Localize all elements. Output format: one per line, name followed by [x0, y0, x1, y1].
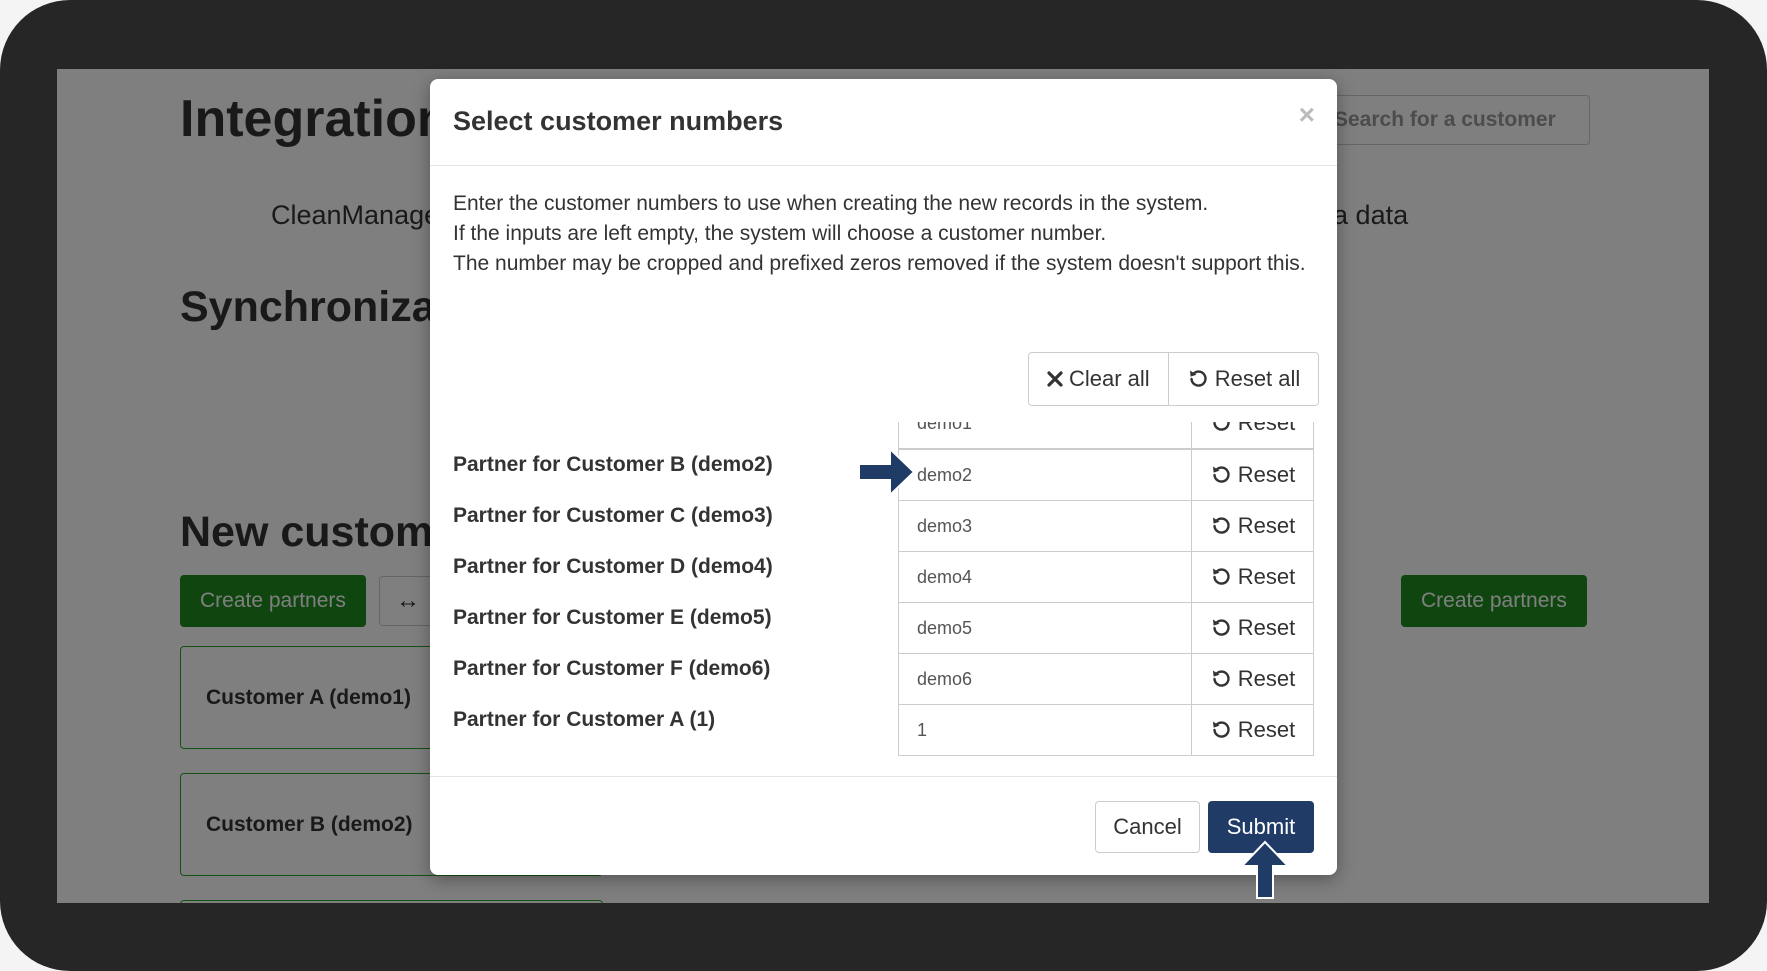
undo-icon [1210, 422, 1232, 434]
reset-label: Reset [1237, 462, 1296, 487]
undo-icon [1210, 515, 1232, 537]
reset-button[interactable]: Reset [1191, 602, 1314, 654]
x-icon [1047, 371, 1063, 387]
undo-icon [1210, 617, 1232, 639]
reset-label: Reset [1237, 666, 1296, 691]
undo-icon [1187, 368, 1209, 390]
customer-number-row: Partner for Customer E (demo5) demo5 Res… [430, 602, 1337, 654]
row-label: Partner for Customer C (demo3) [453, 504, 773, 527]
row-label: Partner for Customer E (demo5) [453, 606, 772, 629]
modal-footer: Cancel Submit [430, 776, 1337, 876]
reset-label: Reset [1237, 564, 1296, 589]
reset-all-button[interactable]: Reset all [1167, 353, 1319, 405]
row-label: Partner for Customer F (demo6) [453, 657, 771, 680]
row-label: Partner for Customer A (1) [453, 708, 716, 731]
reset-button[interactable]: Reset [1191, 653, 1314, 705]
reset-label: Reset [1237, 513, 1296, 538]
arrow-up-icon [1239, 840, 1291, 900]
modal-title: Select customer numbers [453, 106, 784, 136]
customer-number-input[interactable]: demo6 [898, 653, 1192, 705]
customer-number-row: demo1 Reset [430, 422, 1337, 449]
close-icon[interactable]: × [1299, 99, 1315, 131]
clear-all-label: Clear all [1069, 366, 1150, 391]
customer-number-row: Partner for Customer A (1) 1 Reset [430, 704, 1337, 756]
arrow-right-icon [858, 446, 916, 498]
reset-button[interactable]: Reset [1191, 449, 1314, 501]
customer-number-input[interactable]: demo3 [898, 500, 1192, 552]
customer-number-input[interactable]: 1 [898, 704, 1192, 756]
reset-button[interactable]: Reset [1191, 500, 1314, 552]
customer-number-row: Partner for Customer C (demo3) demo3 Res… [430, 500, 1337, 552]
reset-button[interactable]: Reset [1191, 704, 1314, 756]
undo-icon [1210, 464, 1232, 486]
clear-all-button[interactable]: Clear all [1029, 353, 1168, 405]
bulk-actions: Clear all Reset all [1028, 352, 1320, 406]
reset-all-label: Reset all [1214, 366, 1301, 391]
undo-icon [1210, 668, 1232, 690]
customer-number-input[interactable]: demo5 [898, 602, 1192, 654]
modal-header: Select customer numbers × [430, 79, 1337, 166]
cancel-button[interactable]: Cancel [1095, 801, 1200, 853]
description-line: The number may be cropped and prefixed z… [453, 252, 1306, 275]
customer-number-input[interactable]: demo2 [898, 449, 1192, 501]
reset-button[interactable]: Reset [1191, 551, 1314, 603]
undo-icon [1210, 719, 1232, 741]
undo-icon [1210, 566, 1232, 588]
customer-number-input[interactable]: demo1 [898, 422, 1192, 449]
reset-label: Reset [1237, 717, 1296, 742]
reset-button[interactable]: Reset [1191, 422, 1314, 449]
reset-label: Reset [1237, 422, 1296, 435]
row-label: Partner for Customer D (demo4) [453, 555, 773, 578]
customer-number-row: Partner for Customer D (demo4) demo4 Res… [430, 551, 1337, 603]
description-line: If the inputs are left empty, the system… [453, 222, 1107, 245]
row-label: Partner for Customer B (demo2) [453, 453, 773, 476]
description-line: Enter the customer numbers to use when c… [453, 192, 1209, 215]
reset-label: Reset [1237, 615, 1296, 640]
customer-number-row: Partner for Customer F (demo6) demo6 Res… [430, 653, 1337, 705]
customer-number-input[interactable]: demo4 [898, 551, 1192, 603]
modal-description: Enter the customer numbers to use when c… [453, 189, 1313, 279]
